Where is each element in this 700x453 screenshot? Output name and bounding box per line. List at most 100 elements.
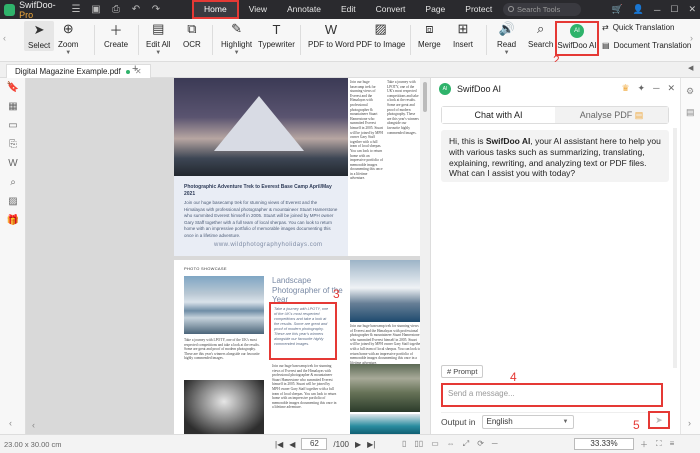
tab-filename: Digital Magazine Example.pdf	[15, 66, 121, 76]
ai-crown-icon[interactable]: ♛	[621, 83, 629, 94]
close-icon[interactable]: ✕	[688, 4, 696, 15]
highlight-button[interactable]: ✎ Highlight ▼	[221, 21, 252, 56]
thumbnails-icon[interactable]: ▦	[0, 97, 26, 116]
zoom-out-icon[interactable]: ─	[492, 439, 498, 449]
output-language-select[interactable]: English ▼	[481, 414, 574, 429]
edit-all-button[interactable]: ▤ Edit All ▼	[146, 21, 170, 56]
user-icon[interactable]: 👤	[633, 4, 644, 15]
fullscreen-icon[interactable]: ⛶	[656, 439, 662, 450]
annotation-number-5: 5	[633, 418, 640, 432]
scrollbar-thumb[interactable]	[423, 82, 427, 112]
save-icon[interactable]: ▣	[86, 4, 106, 15]
comment-icon[interactable]: ▭	[0, 116, 26, 135]
tab-chat-with-ai[interactable]: Chat with AI	[442, 107, 555, 123]
tab-scroll-icon[interactable]: ◀	[688, 64, 693, 72]
menu-edit[interactable]: Edit	[331, 0, 366, 19]
status-menu-icon[interactable]: ≡	[670, 439, 675, 450]
read-button[interactable]: 🔊 Read ▼	[497, 21, 516, 56]
divider	[94, 25, 95, 55]
ai-icon: AI	[570, 24, 584, 38]
text-column: Take a journey with LPOTY, one of the UK…	[387, 80, 419, 135]
search-button[interactable]: ⌕ Search	[528, 21, 553, 49]
add-tab-button[interactable]: +	[132, 63, 138, 75]
zoom-in-icon[interactable]: ＋	[640, 439, 648, 450]
menu-protect[interactable]: Protect	[455, 0, 502, 19]
quick-translation-button[interactable]: ⇄ Quick Translation	[602, 23, 675, 32]
ocr-icon: ⧉	[187, 21, 197, 36]
menu-view[interactable]: View	[239, 0, 277, 19]
divider	[410, 25, 411, 55]
document-translation-button[interactable]: ▤ Document Translation	[602, 41, 691, 50]
merge-button[interactable]: ⧈ Merge	[418, 21, 441, 49]
zoom-level-select[interactable]: 33.33%	[574, 438, 634, 450]
pdf-to-image-button[interactable]: ▨ PDF to Image	[356, 21, 405, 49]
properties-icon[interactable]: ▤	[686, 107, 700, 118]
swifdoo-ai-button[interactable]: AI SwifDoo AI	[555, 21, 599, 56]
print-icon[interactable]: ⎙	[106, 4, 126, 15]
pdf-to-word-button[interactable]: W PDF to Word	[308, 21, 354, 50]
photo-tree	[184, 380, 264, 434]
search-tools-input[interactable]: Search Tools	[503, 3, 581, 16]
collapse-right-icon[interactable]: ›	[688, 418, 691, 428]
next-page-icon[interactable]: ▶	[355, 440, 361, 449]
output-label: Output in	[441, 416, 476, 427]
greeting-brand: SwifDoo AI	[485, 136, 531, 146]
ai-broom-icon[interactable]: ✦	[638, 83, 646, 94]
annotation-number-4: 4	[510, 370, 517, 384]
search-sidebar-icon[interactable]: ⌕	[0, 173, 26, 192]
fit-width-icon[interactable]: ⇔	[447, 439, 455, 449]
document-tab-bar: Digital Magazine Example.pdf ✕ + ◀	[0, 62, 700, 78]
ai-close-icon[interactable]: ✕	[667, 83, 675, 94]
tab-analyse-pdf[interactable]: Analyse PDF ▤	[555, 107, 668, 123]
zoom-button[interactable]: ⊕ Zoom ▼	[58, 21, 78, 56]
create-button[interactable]: ＋ Create	[104, 21, 128, 50]
search-icon	[508, 6, 514, 12]
prev-page-icon[interactable]: ◀	[289, 440, 295, 449]
ribbon-scroll-right-icon[interactable]: ›	[690, 33, 693, 43]
redo-icon[interactable]: ↷	[146, 4, 166, 15]
prompt-button[interactable]: # Prompt	[441, 365, 484, 378]
insert-button[interactable]: ⊞ Insert	[453, 21, 473, 49]
last-page-icon[interactable]: ▶|	[367, 440, 375, 449]
gift-icon[interactable]: 🎁	[0, 211, 26, 230]
document-translate-icon: ▤	[602, 41, 610, 50]
message-placeholder: Send a message...	[448, 389, 515, 398]
ai-scrollbar[interactable]	[673, 128, 677, 368]
tab-document[interactable]: Digital Magazine Example.pdf ✕	[6, 64, 151, 78]
menu-home[interactable]: Home	[192, 0, 239, 19]
bookmark-icon[interactable]: 🔖	[0, 78, 26, 97]
undo-icon[interactable]: ↶	[126, 4, 146, 15]
typewriter-button[interactable]: T Typewriter	[258, 21, 295, 50]
scroll-left-icon[interactable]: ‹	[32, 420, 35, 430]
settings-sliders-icon[interactable]: ⚙	[686, 86, 700, 97]
ai-header-controls: ♛ ✦ ─ ✕	[621, 83, 675, 94]
image-sidebar-icon[interactable]: ▨	[0, 192, 26, 211]
document-viewer[interactable]: Photographic Adventure Trek to Everest B…	[26, 78, 430, 434]
maximize-icon[interactable]: ☐	[670, 4, 678, 15]
document-scrollbar[interactable]	[420, 78, 430, 434]
current-page-input[interactable]: 62	[301, 438, 328, 450]
edit-icon: ▤	[152, 21, 165, 36]
double-page-icon[interactable]: ▯▯	[414, 439, 423, 449]
single-page-icon[interactable]: ▯	[402, 439, 406, 449]
attachment-icon[interactable]: ⎘	[0, 135, 26, 154]
cart-icon[interactable]: 🛒	[612, 4, 623, 15]
fit-page-icon[interactable]: ⤢	[463, 439, 469, 449]
menu-page[interactable]: Page	[415, 0, 455, 19]
message-input[interactable]: Send a message...	[441, 383, 663, 407]
menu-icon[interactable]: ☰	[66, 4, 86, 15]
minimize-icon[interactable]: ─	[654, 5, 660, 15]
translate-icon: ⇄	[602, 23, 609, 32]
send-button[interactable]: ➤	[648, 411, 670, 429]
menu-convert[interactable]: Convert	[366, 0, 416, 19]
first-page-icon[interactable]: |◀	[275, 440, 283, 449]
rotate-icon[interactable]: ⟳	[477, 439, 484, 449]
sidebar-collapse-icon[interactable]: ‹	[9, 418, 12, 428]
select-button[interactable]: ➤ Select	[24, 21, 55, 51]
scroll-view-icon[interactable]: ▭	[431, 439, 439, 449]
ai-minimize-icon[interactable]: ─	[653, 83, 659, 94]
word-convert-icon[interactable]: W	[0, 154, 26, 173]
ocr-button[interactable]: ⧉ OCR	[183, 21, 201, 49]
ribbon-scroll-left-icon[interactable]: ‹	[3, 33, 6, 43]
menu-annotate[interactable]: Annotate	[277, 0, 331, 19]
